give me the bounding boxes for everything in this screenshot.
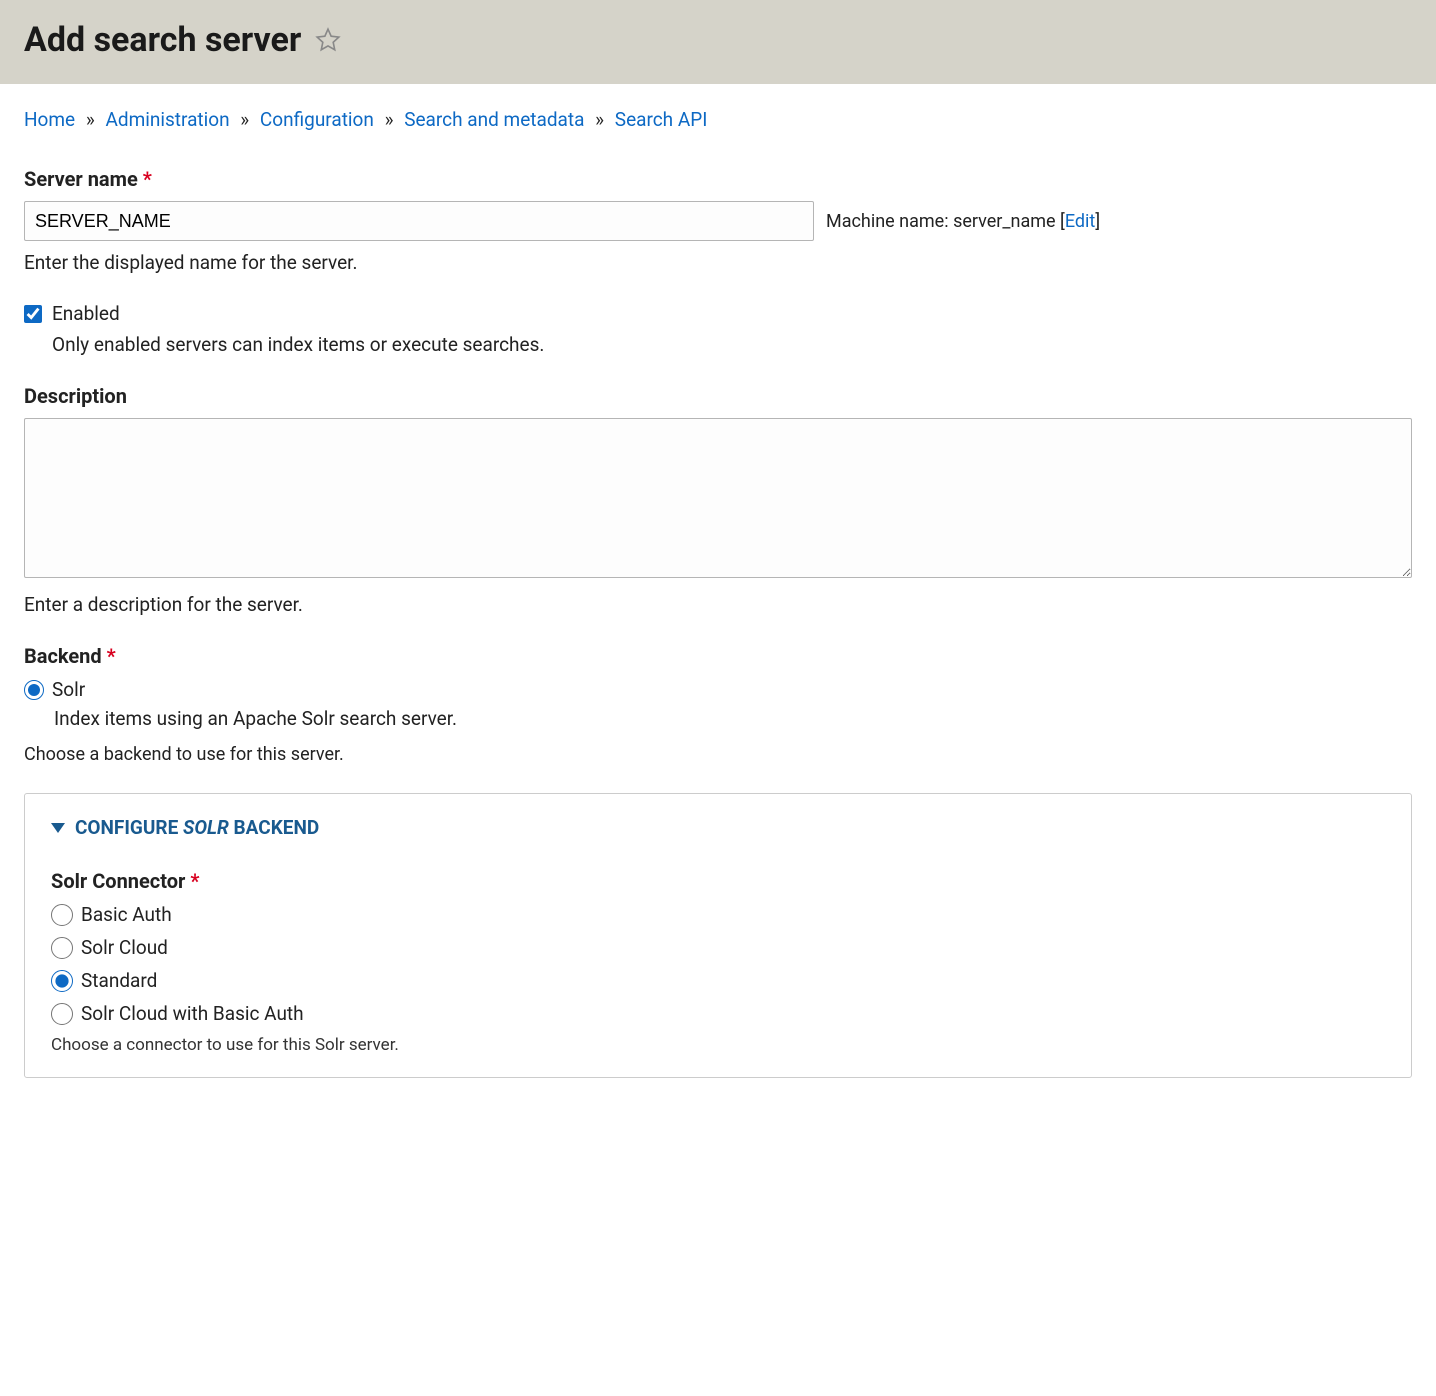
machine-name-display: Machine name: server_name [Edit] <box>826 211 1100 232</box>
machine-name-edit-link[interactable]: Edit <box>1065 211 1095 232</box>
page-title: Add search server <box>24 20 301 60</box>
backend-help: Choose a backend to use for this server. <box>24 744 1412 765</box>
breadcrumb-administration[interactable]: Administration <box>105 108 229 131</box>
breadcrumb-search-metadata[interactable]: Search and metadata <box>404 108 584 131</box>
backend-field-group: Backend * Solr Index items using an Apac… <box>24 644 1412 765</box>
solr-connector-help: Choose a connector to use for this Solr … <box>51 1035 1385 1055</box>
backend-label: Backend * <box>24 644 116 668</box>
server-name-field-group: Server name * Machine name: server_name … <box>24 167 1412 274</box>
breadcrumb-separator: » <box>385 108 394 131</box>
enabled-checkbox[interactable] <box>24 305 42 323</box>
solr-backend-fieldset: CONFIGURE SOLR BACKEND Solr Connector * … <box>24 793 1412 1078</box>
required-marker: * <box>190 869 199 893</box>
description-textarea[interactable] <box>24 418 1412 578</box>
connector-solr-cloud-basic-auth-label: Solr Cloud with Basic Auth <box>81 1002 304 1025</box>
required-marker: * <box>107 644 116 668</box>
description-field-group: Description Enter a description for the … <box>24 384 1412 616</box>
connector-standard-radio[interactable] <box>51 970 73 992</box>
breadcrumb-separator: » <box>240 108 249 131</box>
enabled-label: Enabled <box>52 302 120 325</box>
solr-connector-label: Solr Connector * <box>51 869 199 893</box>
server-name-label: Server name * <box>24 167 152 191</box>
breadcrumb-home[interactable]: Home <box>24 108 75 131</box>
required-marker: * <box>143 167 152 191</box>
breadcrumb-search-api[interactable]: Search API <box>615 108 708 131</box>
solr-backend-legend[interactable]: CONFIGURE SOLR BACKEND <box>51 816 1385 839</box>
triangle-down-icon <box>51 823 65 833</box>
description-label: Description <box>24 384 127 408</box>
connector-solr-cloud-label: Solr Cloud <box>81 936 168 959</box>
breadcrumb-separator: » <box>595 108 604 131</box>
enabled-field-group: Enabled Only enabled servers can index i… <box>24 302 1412 356</box>
star-icon[interactable] <box>315 27 341 53</box>
server-name-input[interactable] <box>24 201 814 241</box>
solr-connector-field-group: Solr Connector * Basic Auth Solr Cloud S… <box>51 869 1385 1055</box>
enabled-help: Only enabled servers can index items or … <box>52 333 1412 356</box>
backend-solr-help: Index items using an Apache Solr search … <box>54 707 1412 730</box>
breadcrumb-configuration[interactable]: Configuration <box>260 108 374 131</box>
page-header: Add search server <box>0 0 1436 84</box>
description-help: Enter a description for the server. <box>24 593 1412 616</box>
backend-solr-label: Solr <box>52 678 85 701</box>
connector-standard-label: Standard <box>81 969 157 992</box>
backend-solr-radio[interactable] <box>24 680 44 700</box>
connector-solr-cloud-basic-auth-radio[interactable] <box>51 1003 73 1025</box>
connector-solr-cloud-radio[interactable] <box>51 937 73 959</box>
server-name-help: Enter the displayed name for the server. <box>24 251 1412 274</box>
content-area: Home » Administration » Configuration » … <box>0 84 1436 1102</box>
connector-basic-auth-label: Basic Auth <box>81 903 172 926</box>
breadcrumb-separator: » <box>86 108 95 131</box>
breadcrumb: Home » Administration » Configuration » … <box>24 108 1412 131</box>
connector-basic-auth-radio[interactable] <box>51 904 73 926</box>
